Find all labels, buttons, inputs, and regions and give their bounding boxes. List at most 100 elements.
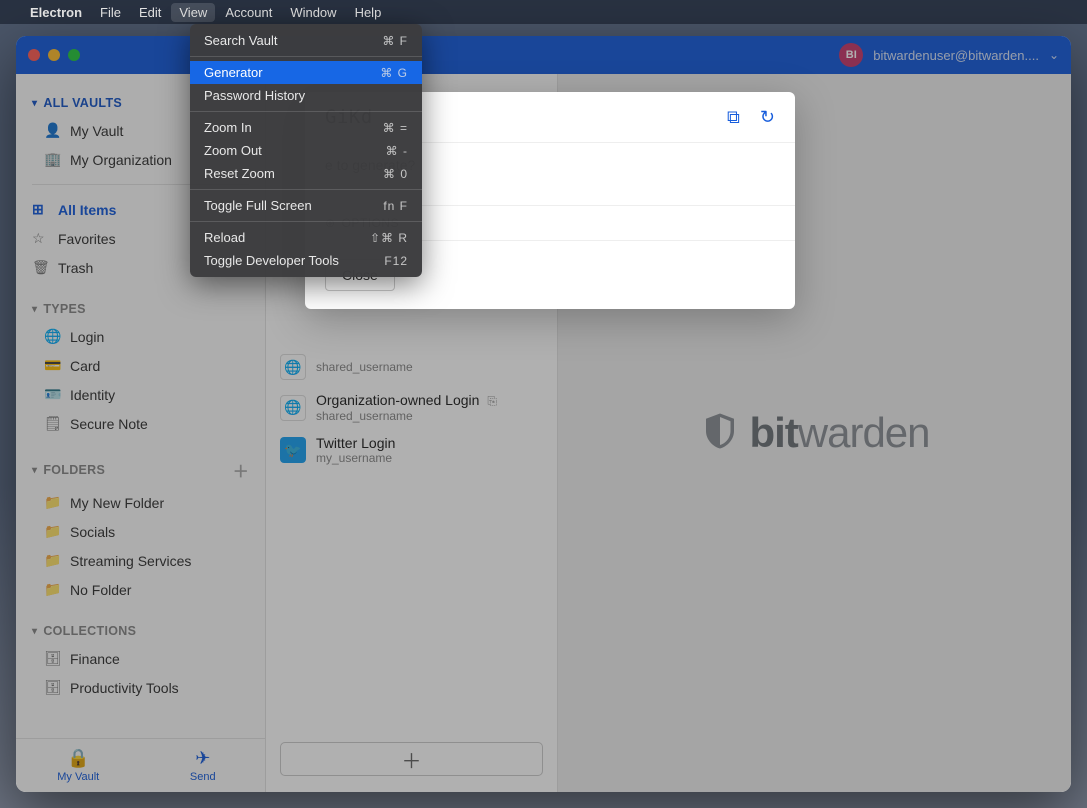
- menu-item-label: Reload: [204, 230, 245, 245]
- all-vaults-label: ALL VAULTS: [43, 96, 122, 110]
- list-item[interactable]: 🐦 Twitter Login my_username: [266, 429, 557, 471]
- menu-item-search-vault[interactable]: Search Vault⌘ F: [190, 29, 422, 52]
- shared-icon: ⎘: [487, 394, 497, 408]
- section-folders[interactable]: ▾ FOLDERS ＋: [16, 452, 265, 488]
- sidebar-item-label: My New Folder: [70, 495, 164, 511]
- menu-item-toggle-developer-tools[interactable]: Toggle Developer ToolsF12: [190, 249, 422, 272]
- sidebar-item-label: Secure Note: [70, 416, 148, 432]
- send-icon: ✈: [195, 748, 210, 769]
- section-collections[interactable]: ▾ COLLECTIONS: [16, 618, 265, 644]
- menu-item-label: Zoom Out: [204, 143, 262, 158]
- twitter-icon: 🐦: [280, 437, 306, 463]
- sidebar-item-secure-note[interactable]: 🗒Secure Note: [16, 409, 265, 438]
- menu-item-shortcut: ⇧⌘ R: [370, 231, 408, 245]
- avatar[interactable]: BI: [839, 43, 863, 67]
- sidebar-item-login[interactable]: 🌐Login: [16, 322, 265, 351]
- folder-icon: 📁: [44, 494, 60, 511]
- item-subtitle: shared_username: [316, 409, 497, 423]
- globe-icon: 🌐: [280, 395, 306, 421]
- menu-item-shortcut: ⌘ 0: [383, 167, 408, 181]
- regenerate-icon[interactable]: ↻: [760, 107, 775, 128]
- menu-file[interactable]: File: [100, 5, 121, 20]
- sidebar-item-card[interactable]: 💳Card: [16, 351, 265, 380]
- menu-item-reload[interactable]: Reload ⇧⌘ R: [190, 226, 422, 249]
- org-icon: 🏢: [44, 151, 60, 168]
- menu-item-generator[interactable]: Generator⌘ G: [190, 61, 422, 84]
- menu-help[interactable]: Help: [355, 5, 382, 20]
- window-titlebar: BI bitwardenuser@bitwarden.... ⌄: [16, 36, 1071, 74]
- menu-item-toggle-full-screen[interactable]: Toggle Full Screen fn F: [190, 194, 422, 217]
- list-item[interactable]: 🌐 Organization-owned Login ⎘ shared_user…: [266, 386, 557, 429]
- menu-separator: [190, 111, 422, 112]
- menu-view[interactable]: View: [171, 3, 215, 22]
- menu-item-label: Toggle Developer Tools: [204, 253, 339, 268]
- tab-my-vault[interactable]: 🔒 My Vault: [16, 739, 141, 792]
- menu-item-reset-zoom[interactable]: Reset Zoom⌘ 0: [190, 162, 422, 185]
- window-controls: [28, 49, 80, 61]
- menu-item-shortcut: ⌘ -: [386, 144, 408, 158]
- maximize-icon[interactable]: [68, 49, 80, 61]
- menu-item-label: Search Vault: [204, 33, 277, 48]
- item-title: Twitter Login: [316, 435, 395, 451]
- chevron-down-icon: ▾: [32, 465, 37, 476]
- chevron-down-icon[interactable]: ⌄: [1049, 48, 1059, 62]
- chevron-down-icon: ▾: [32, 626, 37, 637]
- sidebar-item-label: All Items: [58, 202, 116, 218]
- menu-item-zoom-out[interactable]: Zoom Out ⌘ -: [190, 139, 422, 162]
- folders-label: FOLDERS: [43, 463, 105, 477]
- account-email[interactable]: bitwardenuser@bitwarden....: [873, 48, 1039, 63]
- sidebar-tabs: 🔒 My Vault ✈ Send: [16, 738, 265, 792]
- sidebar-item-folder[interactable]: 📁Socials: [16, 517, 265, 546]
- copy-icon[interactable]: ⧉: [727, 107, 740, 128]
- item-title: Organization-owned Login ⎘: [316, 392, 497, 409]
- item-subtitle: shared_username: [316, 360, 413, 374]
- menu-item-shortcut: fn F: [383, 199, 408, 213]
- shield-icon: [699, 410, 741, 457]
- sidebar-item-label: Streaming Services: [70, 553, 191, 569]
- menu-separator: [190, 221, 422, 222]
- sidebar-item-folder[interactable]: 📁No Folder: [16, 575, 265, 604]
- folder-icon: 📁: [44, 523, 60, 540]
- menu-item-zoom-in[interactable]: Zoom In ⌘ =: [190, 116, 422, 139]
- menu-item-label: Password History: [204, 88, 305, 103]
- sidebar-item-label: Finance: [70, 651, 120, 667]
- globe-icon: 🌐: [44, 328, 60, 345]
- collection-icon: 🗄: [44, 679, 60, 696]
- sidebar-item-folder[interactable]: 📁 Streaming Services: [16, 546, 265, 575]
- tab-label: My Vault: [57, 771, 99, 783]
- minimize-icon[interactable]: [48, 49, 60, 61]
- menu-edit[interactable]: Edit: [139, 5, 161, 20]
- sidebar-item-label: Favorites: [58, 231, 116, 247]
- chevron-down-icon: ▾: [32, 98, 37, 109]
- lock-icon: 🔒: [67, 748, 89, 769]
- menu-item-label: Zoom In: [204, 120, 252, 135]
- menu-item-label: Toggle Full Screen: [204, 198, 312, 213]
- grid-icon: ⊞: [32, 201, 48, 218]
- sidebar-item-label: My Organization: [70, 152, 172, 168]
- sidebar-item-folder[interactable]: 📁 My New Folder: [16, 488, 265, 517]
- app-name[interactable]: Electron: [30, 5, 82, 20]
- menu-item-shortcut: ⌘ =: [383, 121, 408, 135]
- add-folder-icon[interactable]: ＋: [233, 458, 249, 482]
- menu-account[interactable]: Account: [225, 5, 272, 20]
- close-icon[interactable]: [28, 49, 40, 61]
- folder-icon: 📁: [44, 581, 60, 598]
- globe-icon: 🌐: [280, 354, 306, 380]
- add-item-button[interactable]: ＋: [280, 742, 543, 776]
- sidebar-item-label: Trash: [58, 260, 93, 276]
- tab-send[interactable]: ✈ Send: [141, 739, 266, 792]
- menu-window[interactable]: Window: [290, 5, 336, 20]
- card-icon: 💳: [44, 357, 60, 374]
- collections-label: COLLECTIONS: [43, 624, 136, 638]
- sidebar-item-label: Productivity Tools: [70, 680, 179, 696]
- menu-item-password-history[interactable]: Password History: [190, 84, 422, 107]
- id-icon: 🪪: [44, 386, 60, 403]
- tab-label: Send: [190, 771, 216, 783]
- section-types[interactable]: ▾ TYPES: [16, 296, 265, 322]
- sidebar-item-identity[interactable]: 🪪Identity: [16, 380, 265, 409]
- menu-item-shortcut: ⌘ G: [380, 66, 408, 80]
- sidebar-item-collection[interactable]: 🗄 Productivity Tools: [16, 673, 265, 702]
- sidebar-item-label: My Vault: [70, 123, 123, 139]
- sidebar-item-collection[interactable]: 🗄Finance: [16, 644, 265, 673]
- folder-icon: 📁: [44, 552, 60, 569]
